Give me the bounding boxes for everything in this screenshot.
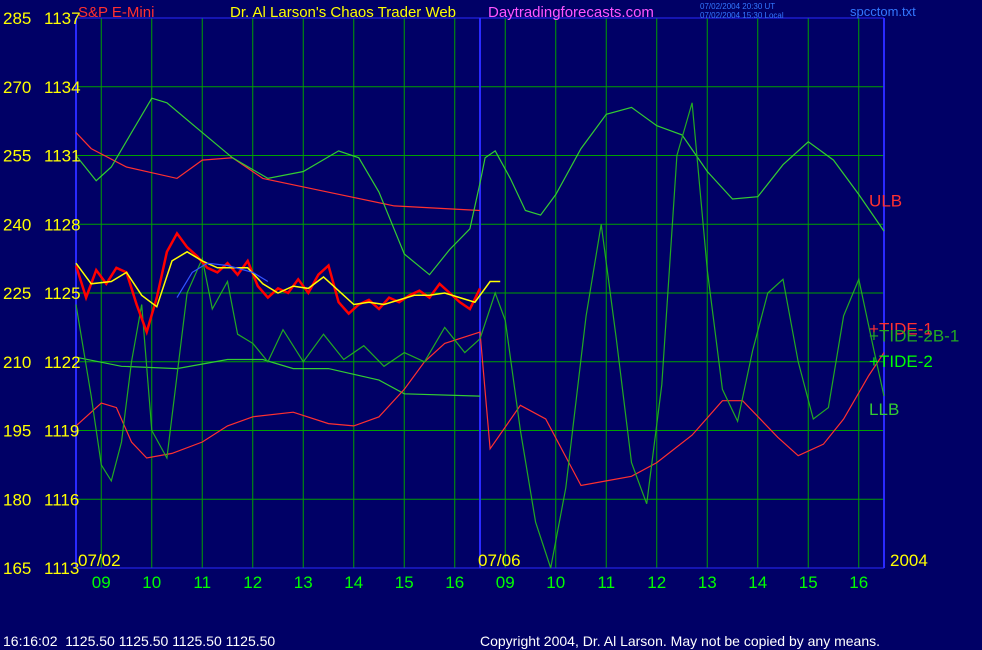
x-tick-label: 10 [546,573,565,592]
y-label-left: 180 [3,490,31,509]
x-tick-label: 16 [445,573,464,592]
x-tick-label: 10 [142,573,161,592]
date-label: 2004 [890,551,928,570]
x-tick-label: 14 [748,573,767,592]
series-label: LLB [869,400,899,419]
footer-status: 16:16:02 1125.50 1125.50 1125.50 1125.50 [3,633,275,649]
x-tick-label: 15 [395,573,414,592]
y-label-left: 210 [3,353,31,372]
y-label-right: 1134 [44,78,81,97]
header-timestamp-ut: 07/02/2004 20:30 UT [700,2,775,11]
y-label-left: 225 [3,284,31,303]
y-label-right: 1128 [44,215,81,234]
y-label-right: 1125 [44,284,81,303]
series-label: +TIDE-2 [869,352,933,371]
y-label-left: 270 [3,78,31,97]
footer-copyright: Copyright 2004, Dr. Al Larson. May not b… [480,633,880,649]
y-label-left: 165 [3,559,31,578]
x-tick-label: 09 [92,573,111,592]
y-label-left: 240 [3,215,31,234]
x-tick-label: 16 [849,573,868,592]
x-tick-label: 11 [597,573,615,592]
x-tick-label: 09 [496,573,515,592]
x-tick-label: 11 [193,573,211,592]
series-label: +TIDE-2B-1 [869,327,959,346]
y-label-right: 1116 [44,490,79,509]
header-timestamp-local: 07/02/2004 15:30 Local [700,11,784,20]
x-tick-label: 14 [344,573,363,592]
y-label-right: 1122 [44,353,81,372]
x-tick-label: 12 [243,573,262,592]
chart-svg: 165 1113180 1116195 1119210 1122225 1125240 11… [0,0,982,650]
header-file: spcctom.txt [850,4,916,19]
series-label: ULB [869,191,902,210]
y-label-left: 255 [3,147,31,166]
x-tick-label: 12 [647,573,666,592]
date-label: 07/02 [78,551,121,570]
y-label-left: 195 [3,422,31,441]
header-site: Daytradingforecasts.com [488,4,654,21]
x-tick-label: 15 [799,573,818,592]
header-instrument: S&P E-Mini [78,4,154,21]
chart-window: 165 1113 180 1116 195 1119 210 1122 225 1125 240 11… [0,0,982,650]
y-label-right: 1113 [44,559,79,578]
header-title: Dr. Al Larson's Chaos Trader Web [230,4,456,21]
y-label-right: 1131 [44,147,81,166]
x-tick-label: 13 [698,573,717,592]
x-tick-label: 13 [294,573,313,592]
y-label-right: 1137 [44,9,81,28]
y-label-right: 1119 [44,422,79,441]
date-label: 07/06 [478,551,521,570]
y-label-left: 285 [3,9,31,28]
